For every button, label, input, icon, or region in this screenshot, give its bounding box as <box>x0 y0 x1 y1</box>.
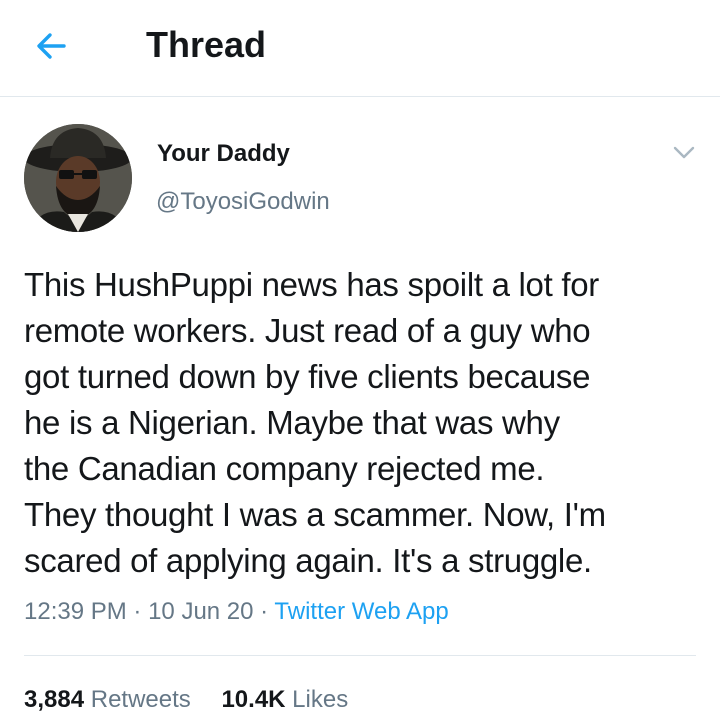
tweet-text: This HushPuppi news has spoilt a lot for… <box>24 266 606 579</box>
arrow-left-icon <box>30 22 82 70</box>
author-handle[interactable]: @ToyosiGodwin <box>156 186 330 218</box>
back-button[interactable] <box>30 22 82 70</box>
tweet-date: 10 Jun 20 <box>148 598 254 625</box>
page-title: Thread <box>146 24 267 65</box>
retweets-label: Retweets <box>90 686 191 713</box>
likes-label: Likes <box>292 686 349 713</box>
tweet-stats: 3,884 Retweets 10.4K Likes <box>24 684 372 716</box>
likes-stat[interactable]: 10.4K Likes <box>221 684 348 716</box>
top-bar: Thread <box>0 0 720 97</box>
likes-count: 10.4K <box>221 686 286 713</box>
divider <box>24 655 696 656</box>
tweet-source-link[interactable]: Twitter Web App <box>274 598 448 625</box>
chevron-down-icon <box>668 138 700 166</box>
tweet-menu-button[interactable] <box>668 138 700 166</box>
avatar[interactable] <box>24 124 132 232</box>
author-display-name[interactable]: Your Daddy <box>157 138 290 170</box>
retweets-count: 3,884 <box>24 686 85 713</box>
meta-separator: · <box>133 598 142 625</box>
meta-separator: · <box>260 598 269 625</box>
tweet-meta: 12:39 PM · 10 Jun 20 · Twitter Web App <box>24 596 449 628</box>
retweets-stat[interactable]: 3,884 Retweets <box>24 684 191 716</box>
tweet-time: 12:39 PM <box>24 598 127 625</box>
